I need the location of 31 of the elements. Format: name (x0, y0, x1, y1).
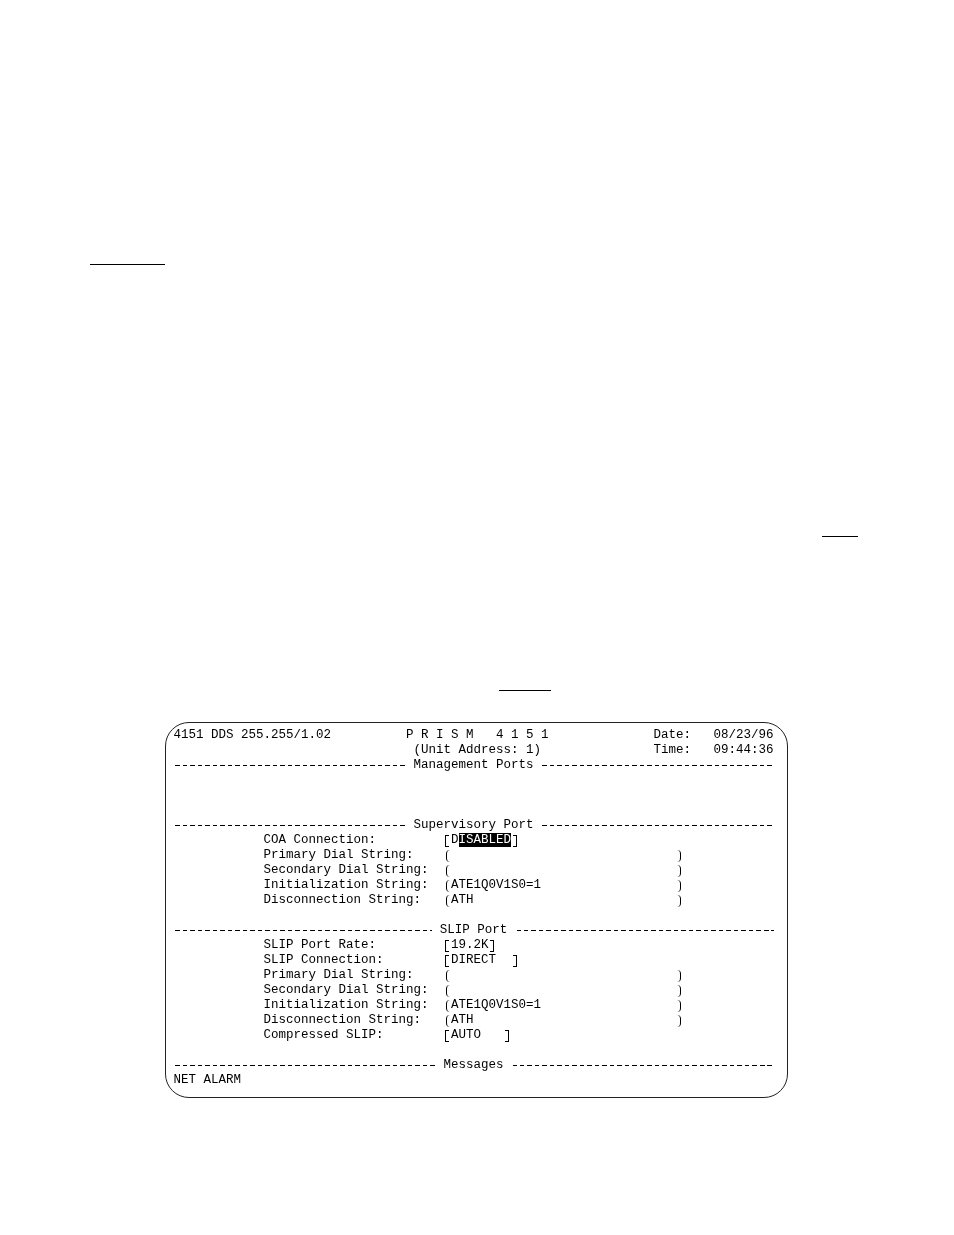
field-label: Primary Dial String: (263, 968, 414, 982)
section-title: Management Ports (413, 758, 534, 773)
section-title: Messages (443, 1058, 504, 1073)
field-label: COA Connection: (263, 833, 377, 847)
screen-title: P R I S M 4 1 5 1 (406, 728, 549, 743)
option-field[interactable]: 19.2K (443, 938, 497, 953)
input-field[interactable]: ATH (443, 1013, 684, 1028)
field-label: SLIP Connection: (263, 953, 384, 967)
input-field[interactable]: ATE1Q0V1S0=1 (443, 998, 684, 1013)
option-field[interactable]: AUTO (443, 1028, 512, 1043)
section-title: SLIP Port (439, 923, 508, 938)
date-value: 08/23/96 (713, 728, 774, 743)
field-label: Secondary Dial String: (263, 863, 429, 877)
input-field[interactable]: ATH (443, 893, 684, 908)
time-label: Time: (653, 743, 692, 758)
time-value: 09:44:36 (713, 743, 774, 758)
field-label: Secondary Dial String: (263, 983, 429, 997)
field-label: Initialization String: (263, 878, 429, 892)
device-version: 4151 DDS 255.255/1.02 (173, 728, 332, 743)
field-label: Compressed SLIP: (263, 1028, 384, 1042)
field-label: Disconnection String: (263, 893, 422, 907)
date-label: Date: (653, 728, 692, 743)
field-label: Initialization String: (263, 998, 429, 1012)
input-field[interactable]: ATE1Q0V1S0=1 (443, 878, 684, 893)
field-label: Disconnection String: (263, 1013, 422, 1027)
section-title: Supervisory Port (413, 818, 534, 833)
field-label: SLIP Port Rate: (263, 938, 377, 952)
unit-address: (Unit Address: 1) (413, 743, 542, 758)
field-label: Primary Dial String: (263, 848, 414, 862)
option-field[interactable]: DIRECT (443, 953, 519, 968)
message-text: NET ALARM (173, 1073, 241, 1087)
